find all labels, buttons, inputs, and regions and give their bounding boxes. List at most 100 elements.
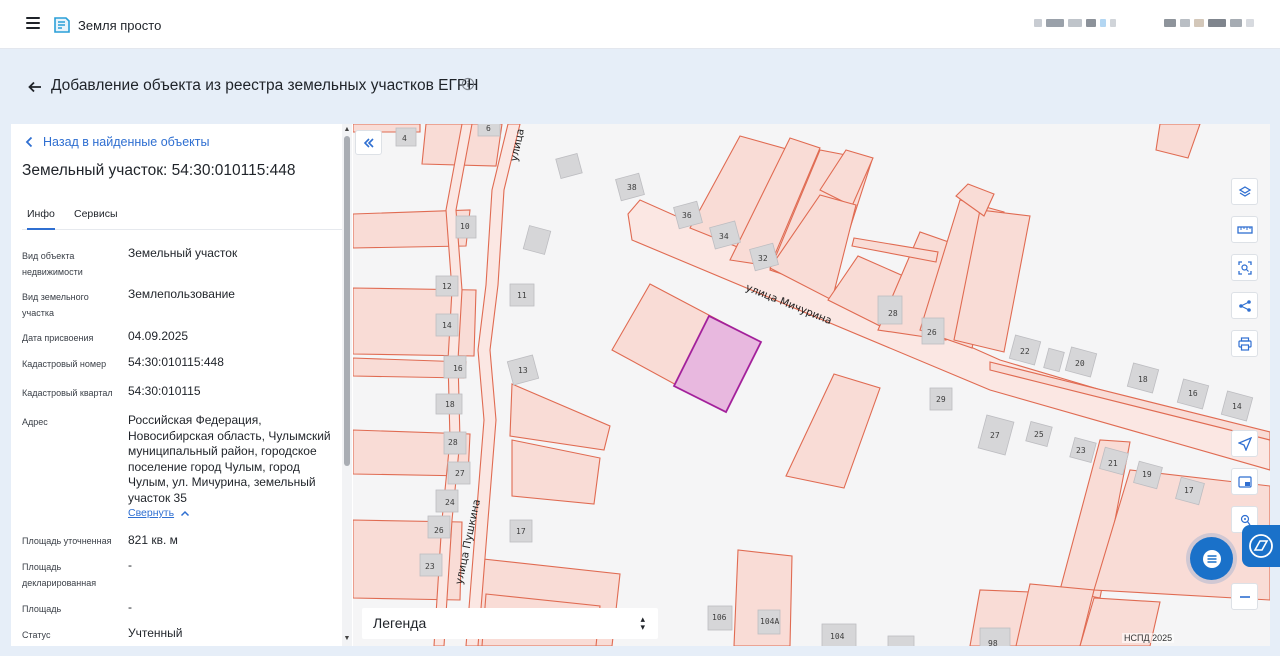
- scroll-down-arrow-icon[interactable]: ▼: [343, 635, 351, 643]
- ruler-icon: [1236, 225, 1253, 234]
- service-logo-icon: [1249, 534, 1273, 558]
- svg-text:25: 25: [1034, 430, 1044, 439]
- svg-text:14: 14: [442, 321, 452, 330]
- share-button[interactable]: [1231, 292, 1258, 319]
- legend-label: Легенда: [373, 615, 427, 631]
- svg-text:104A: 104A: [760, 617, 779, 626]
- select-area-icon: [1237, 260, 1252, 275]
- label-address: Адрес: [22, 417, 48, 427]
- value-object-type: Земельный участок: [128, 246, 238, 260]
- user-name-blurred: [1164, 19, 1254, 29]
- top-bar: Земля просто: [0, 0, 1280, 49]
- svg-text:36: 36: [682, 211, 692, 220]
- svg-text:20: 20: [1075, 359, 1085, 368]
- chevron-left-icon: [25, 136, 33, 148]
- expand-chevrons-icon: ▴ ▾: [640, 614, 645, 632]
- back-to-results-link[interactable]: Назад в найденные объекты: [25, 135, 209, 149]
- svg-text:18: 18: [445, 400, 455, 409]
- svg-text:22: 22: [1020, 347, 1030, 356]
- map-canvas[interactable]: 4 6 38 36 34 32 10 12 11 14 16 13 18 28 27 24 26…: [353, 124, 1270, 646]
- svg-text:18: 18: [1138, 375, 1148, 384]
- svg-text:10: 10: [460, 222, 470, 231]
- label-status: Статус: [22, 630, 51, 640]
- share-icon: [1238, 299, 1251, 312]
- svg-text:27: 27: [455, 469, 465, 478]
- value-assigned-date: 04.09.2025: [128, 329, 189, 343]
- value-cadastral-number: 54:30:010115:448: [128, 355, 224, 369]
- svg-text:23: 23: [1076, 446, 1086, 455]
- chat-icon: [1202, 549, 1221, 568]
- svg-text:23: 23: [425, 562, 435, 571]
- service-badge[interactable]: [1242, 525, 1280, 567]
- svg-text:38: 38: [627, 183, 637, 192]
- double-chevron-left-icon: [363, 137, 374, 148]
- print-icon: [1237, 336, 1252, 351]
- cadastral-map[interactable]: 4 6 38 36 34 32 10 12 11 14 16 13 18 28 27 24 26…: [353, 124, 1270, 646]
- label-object-type: Вид объекта недвижимости: [22, 251, 83, 277]
- svg-text:21: 21: [1108, 459, 1118, 468]
- page-title: Добавление объекта из реестра земельных …: [51, 77, 479, 94]
- chevron-up-icon: [181, 510, 190, 516]
- svg-text:13: 13: [518, 366, 528, 375]
- ruler-button[interactable]: [1231, 216, 1258, 243]
- collapse-panel-button[interactable]: [355, 130, 382, 155]
- svg-text:104: 104: [830, 632, 845, 641]
- tab-services[interactable]: Сервисы: [74, 208, 118, 228]
- value-address: Российская Федерация, Новосибирская обла…: [128, 413, 331, 505]
- svg-text:28: 28: [448, 438, 458, 447]
- locate-icon: [1237, 436, 1252, 451]
- scroll-thumb[interactable]: [344, 136, 350, 466]
- svg-text:17: 17: [516, 527, 526, 536]
- layers-button[interactable]: [1231, 178, 1258, 205]
- info-icon[interactable]: [461, 77, 475, 91]
- brand-logo-icon: [54, 17, 70, 33]
- tab-info[interactable]: Инфо: [27, 208, 55, 230]
- svg-text:106: 106: [712, 613, 727, 622]
- back-link-label: Назад в найденные объекты: [43, 135, 210, 149]
- print-button[interactable]: [1231, 330, 1258, 357]
- svg-text:29: 29: [936, 395, 946, 404]
- locate-button[interactable]: [1231, 430, 1258, 457]
- map-attribution: НСПД 2025: [1122, 633, 1175, 643]
- brand-name: Земля просто: [78, 17, 162, 33]
- back-arrow-icon[interactable]: [26, 78, 44, 96]
- collapse-address-link[interactable]: Свернуть: [128, 507, 190, 519]
- chat-button[interactable]: [1190, 537, 1233, 580]
- object-info-panel: Назад в найденные объекты Земельный учас…: [11, 124, 353, 646]
- svg-text:26: 26: [927, 328, 937, 337]
- value-cadastral-block: 54:30:010115: [128, 384, 201, 398]
- svg-text:16: 16: [453, 364, 463, 373]
- svg-text:24: 24: [445, 498, 455, 507]
- minimap-button[interactable]: [1231, 468, 1258, 495]
- label-assigned-date: Дата присвоения: [22, 333, 94, 343]
- minimap-icon: [1237, 475, 1252, 488]
- legend-dropdown[interactable]: Легенда ▴ ▾: [362, 608, 658, 639]
- svg-text:14: 14: [1232, 402, 1242, 411]
- svg-text:12: 12: [442, 282, 452, 291]
- value-area: -: [128, 600, 132, 614]
- svg-text:4: 4: [402, 134, 407, 143]
- brand[interactable]: Земля просто: [52, 14, 161, 36]
- svg-text:27: 27: [990, 431, 1000, 440]
- svg-text:28: 28: [888, 309, 898, 318]
- svg-text:19: 19: [1142, 470, 1152, 479]
- layers-icon: [1238, 185, 1251, 197]
- zoom-out-icon: [1239, 595, 1250, 598]
- label-area-refined: Площадь уточненная: [22, 536, 112, 546]
- zoom-out-button[interactable]: [1231, 583, 1258, 610]
- value-parcel-type: Землепользование: [128, 287, 235, 301]
- scroll-up-arrow-icon[interactable]: ▲: [343, 126, 351, 134]
- value-area-declared: -: [128, 558, 132, 572]
- parcel-title: Земельный участок: 54:30:010115:448: [22, 162, 296, 179]
- label-parcel-type: Вид земельного участка: [22, 292, 89, 318]
- menu-icon[interactable]: [22, 14, 44, 36]
- svg-text:98: 98: [988, 639, 998, 646]
- value-area-refined: 821 кв. м: [128, 533, 178, 547]
- label-area: Площадь: [22, 604, 62, 614]
- svg-text:16: 16: [1188, 389, 1198, 398]
- value-status: Учтенный: [128, 626, 183, 640]
- label-area-declared: Площадь декларированная: [22, 562, 97, 588]
- select-area-button[interactable]: [1231, 254, 1258, 281]
- svg-text:11: 11: [517, 291, 527, 300]
- svg-text:32: 32: [758, 254, 768, 263]
